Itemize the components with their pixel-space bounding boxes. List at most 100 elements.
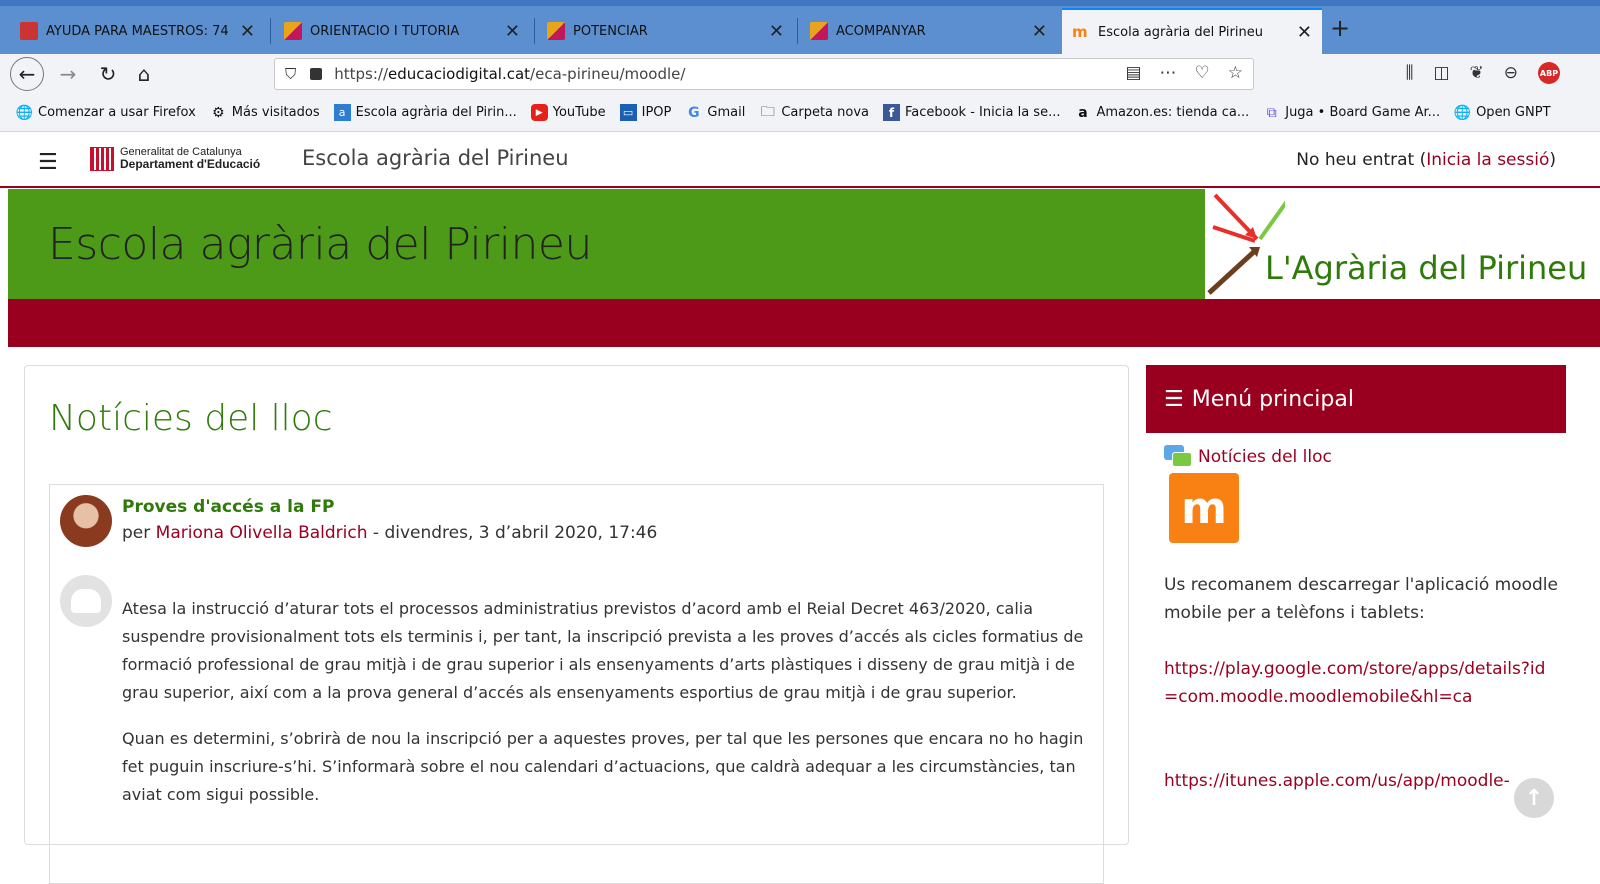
author-link[interactable]: Mariona Olivella Baldrich: [156, 523, 368, 543]
youtube-icon: ▶: [530, 104, 548, 121]
post-date: - divendres, 3 d’abril 2020, 17:46: [367, 523, 658, 543]
moodle-favicon-icon: m: [1072, 23, 1088, 41]
extension-icon[interactable]: ❦: [1470, 63, 1484, 83]
bookmark-item[interactable]: ⧉ Juga • Board Game Ar...: [1263, 104, 1440, 121]
page-actions-icon[interactable]: ⋯: [1160, 63, 1177, 83]
forum-post: Proves d'accés a la FP per Mariona Olive…: [49, 484, 1104, 884]
bookmark-item[interactable]: f Facebook - Inicia la se...: [883, 104, 1060, 121]
home-button[interactable]: ⌂: [128, 58, 160, 90]
tab-separator: [270, 18, 271, 44]
library-icon[interactable]: ⫼: [1406, 63, 1414, 83]
site-favicon-icon: [284, 22, 302, 40]
agraria-logo: L'Agrària del Pirineu: [1205, 189, 1600, 299]
reload-button[interactable]: ↻: [92, 58, 124, 90]
site-favicon-icon: [20, 22, 38, 40]
new-tab-button[interactable]: +: [1330, 14, 1350, 42]
site-favicon-icon: [810, 22, 828, 40]
arrow-up-icon: ↑: [1524, 785, 1544, 811]
adblock-icon[interactable]: ABP: [1538, 62, 1560, 84]
bookmark-item[interactable]: 🌐 Comenzar a usar Firefox: [16, 104, 196, 121]
site-news-label: Notícies del lloc: [1198, 447, 1332, 467]
gencat-logo[interactable]: Generalitat de Catalunya Departament d'E…: [90, 146, 260, 171]
bookmark-label: Escola agrària del Pirin...: [355, 105, 517, 120]
bookmark-label: Carpeta nova: [781, 105, 869, 120]
amazon-icon: a: [1078, 104, 1088, 121]
puzzle-icon: ⧉: [1266, 104, 1277, 121]
bookmark-item[interactable]: 🗀 Carpeta nova: [759, 104, 869, 121]
url-bar[interactable]: ⛉ https://educaciodigital.cat/eca-pirine…: [274, 58, 1254, 90]
tab-label: AYUDA PARA MAESTROS: 74 h: [46, 23, 232, 39]
forward-button[interactable]: →: [52, 58, 84, 90]
logo-text: L'Agrària del Pirineu: [1265, 249, 1588, 287]
site-news-link[interactable]: Notícies del lloc: [1164, 445, 1332, 469]
block-header: ☰ Menú principal: [1146, 365, 1566, 433]
bookmark-item[interactable]: ▭ IPOP: [619, 104, 671, 121]
bookmark-star-icon[interactable]: ☆: [1228, 63, 1243, 83]
navigation-toolbar: ← → ↻ ⌂ ⛉ https://educaciodigital.cat/ec…: [0, 54, 1600, 94]
tab-potenciar[interactable]: POTENCIAR ✕: [537, 12, 794, 50]
app-recommendation: Us recomanem descarregar l'aplicació moo…: [1164, 571, 1559, 795]
itunes-link[interactable]: https://itunes.apple.com/us/app/moodle-: [1164, 767, 1559, 795]
close-icon[interactable]: ✕: [240, 21, 255, 42]
bookmark-label: Juga • Board Game Ar...: [1285, 105, 1441, 120]
reader-view-icon[interactable]: ▤: [1125, 63, 1141, 83]
avatar[interactable]: [60, 495, 112, 547]
moodle-app-icon[interactable]: m: [1169, 473, 1239, 543]
tab-ayuda[interactable]: AYUDA PARA MAESTROS: 74 h ✕: [10, 12, 265, 50]
page-title: Notícies del lloc: [49, 398, 333, 439]
ipop-icon: ▭: [619, 104, 637, 121]
moodle-navbar: ☰ Generalitat de Catalunya Departament d…: [0, 132, 1600, 188]
site-name-link[interactable]: Escola agrària del Pirineu: [302, 146, 569, 170]
tab-escola-agraria[interactable]: m Escola agrària del Pirineu ✕: [1062, 8, 1322, 54]
bookmark-label: Más visitados: [231, 105, 320, 120]
home-icon: ⌂: [137, 62, 151, 86]
main-content: Notícies del lloc Proves d'accés a la FP…: [24, 365, 1129, 884]
close-icon[interactable]: ✕: [1032, 21, 1047, 42]
google-icon: G: [688, 104, 700, 121]
gencat-line2: Departament d'Educació: [120, 157, 261, 171]
shield-icon[interactable]: ⛉: [285, 65, 296, 83]
forum-icon: [1164, 445, 1192, 469]
bookmark-label: Comenzar a usar Firefox: [38, 105, 196, 120]
url-path: /eca-pirineu/moodle/: [530, 65, 686, 83]
site-favicon-icon: [547, 22, 565, 40]
post-paragraph: Atesa la instrucció d’aturar tots el pro…: [122, 599, 1084, 702]
block-title: Menú principal: [1191, 386, 1354, 412]
bookmark-item[interactable]: ▶ YouTube: [530, 104, 606, 121]
back-button[interactable]: ←: [10, 57, 44, 91]
facebook-icon: f: [883, 104, 900, 121]
close-icon[interactable]: ✕: [1297, 22, 1312, 43]
post-byline: per Mariona Olivella Baldrich - divendre…: [122, 523, 657, 543]
globe-icon: 🌐: [15, 104, 34, 121]
url-prefix: https://: [334, 65, 389, 83]
tab-bar-top: [0, 0, 1600, 6]
arrow-left-icon: ←: [18, 62, 36, 86]
close-icon[interactable]: ✕: [769, 21, 784, 42]
bookmark-item[interactable]: G Gmail: [685, 104, 745, 121]
sidebar-icon[interactable]: ◫: [1433, 63, 1449, 83]
header-title: Escola agrària del Pirineu: [48, 219, 592, 270]
tab-acompanyar[interactable]: ACOMPANYAR ✕: [800, 12, 1057, 50]
bookmark-label: Facebook - Inicia la se...: [905, 105, 1061, 120]
tab-label: ORIENTACIÓ I TUTORIA: [310, 23, 460, 39]
play-store-link[interactable]: https://play.google.com/store/apps/detai…: [1164, 655, 1559, 711]
bookmark-item[interactable]: a Amazon.es: tienda ca...: [1074, 104, 1249, 121]
close-icon[interactable]: ✕: [505, 21, 520, 42]
bookmark-item[interactable]: ⚙ Más visitados: [210, 104, 320, 121]
tab-orientacio[interactable]: ORIENTACIÓ I TUTORIA ✕: [274, 12, 530, 50]
lock-icon[interactable]: [310, 68, 323, 80]
url-text[interactable]: https://educaciodigital.cat/eca-pirineu/…: [334, 65, 685, 83]
scroll-to-top-button[interactable]: ↑: [1514, 778, 1554, 818]
login-link[interactable]: Inicia la sessió: [1426, 150, 1549, 170]
bookmark-label: Open GNPT: [1476, 105, 1551, 120]
bookmark-item[interactable]: a Escola agrària del Pirin...: [333, 104, 517, 121]
bookmark-item[interactable]: 🌐 Open GNPT: [1454, 104, 1551, 121]
folder-icon: 🗀: [760, 103, 775, 120]
post-paragraph: Quan es determini, s’obrirà de nou la in…: [122, 729, 1084, 804]
menu-icon: ☰: [1164, 386, 1184, 412]
pocket-icon[interactable]: ♡: [1195, 63, 1210, 83]
toolbar-icons: ⫼ ◫ ❦ ⊖ ABP: [1406, 62, 1560, 84]
main-menu-block: ☰ Menú principal Notícies del lloc m Us …: [1146, 365, 1566, 845]
account-icon[interactable]: ⊖: [1504, 63, 1518, 83]
hamburger-menu-icon[interactable]: ☰: [38, 150, 58, 175]
